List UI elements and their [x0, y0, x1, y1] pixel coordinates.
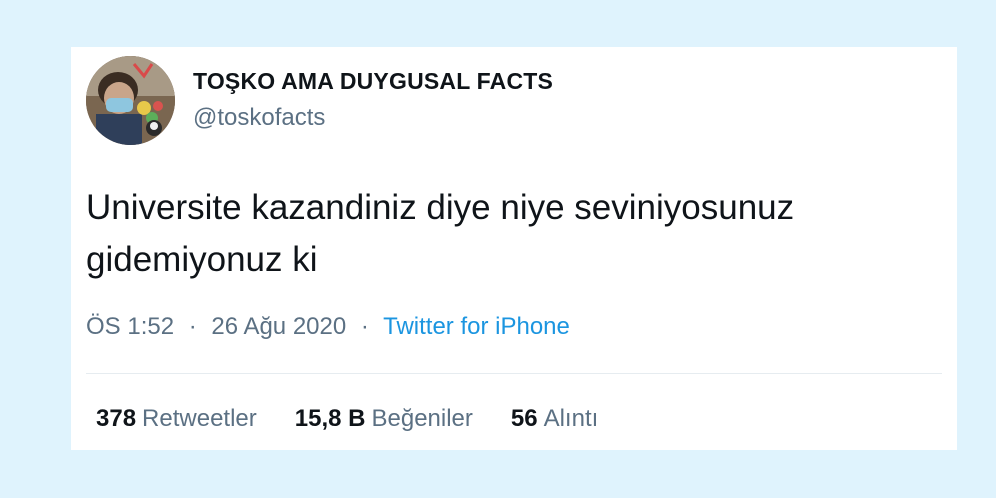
profile-photo-icon — [86, 56, 175, 145]
avatar[interactable] — [86, 56, 175, 145]
likes-stat[interactable]: 15,8 B Beğeniler — [295, 405, 473, 433]
tweet-source-link[interactable]: Twitter for iPhone — [383, 313, 570, 340]
tweet-date[interactable]: 26 Ağu 2020 — [211, 313, 346, 340]
likes-label: Beğeniler — [371, 405, 473, 432]
retweets-count: 378 — [96, 405, 137, 432]
tweet-text-line: gidemiyonuz ki — [86, 240, 318, 279]
divider — [86, 373, 942, 374]
tweet-stats: 378 Retweetler 15,8 B Beğeniler 56 Alıntı — [96, 405, 598, 433]
tweet-text-line: Universite kazandiniz diye niye seviniyo… — [86, 188, 795, 227]
likes-count: 15,8 B — [294, 405, 366, 432]
tweet-text: Universite kazandiniz diye niye seviniyo… — [86, 182, 936, 286]
meta-separator: · — [360, 313, 369, 340]
retweets-label: Retweetler — [142, 405, 257, 432]
quotes-label: Alıntı — [543, 405, 599, 432]
tweet-meta: ÖS 1:52 · 26 Ağu 2020 · Twitter for iPho… — [86, 313, 570, 341]
meta-separator: · — [188, 313, 197, 340]
tweet-card: TOŞKO AMA DUYGUSAL FACTS @toskofacts Uni… — [71, 47, 957, 450]
author-display-name[interactable]: TOŞKO AMA DUYGUSAL FACTS — [193, 68, 553, 95]
tweet-time[interactable]: ÖS 1:52 — [86, 313, 174, 340]
quotes-count: 56 — [510, 405, 538, 432]
author-handle[interactable]: @toskofacts — [193, 104, 325, 132]
retweets-stat[interactable]: 378 Retweetler — [96, 405, 257, 433]
quotes-stat[interactable]: 56 Alıntı — [511, 405, 598, 433]
